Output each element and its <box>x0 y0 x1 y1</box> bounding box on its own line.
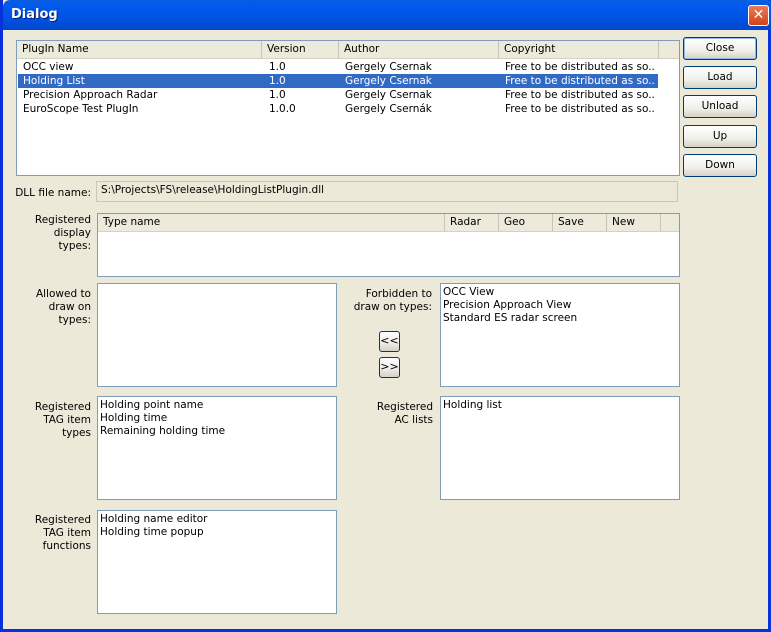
ac-lists-list[interactable]: Holding list <box>440 396 680 500</box>
list-item[interactable]: Remaining holding time <box>100 425 225 438</box>
forbidden-types-label: Forbidden to draw on types: <box>353 288 432 313</box>
tag-item-functions-list[interactable]: Holding name editor Holding time popup <box>97 510 337 614</box>
load-button[interactable]: Load <box>683 66 757 89</box>
cell-author: Gergely Csernak <box>345 75 432 87</box>
cell-plugin-name: OCC view <box>23 61 74 73</box>
list-item[interactable]: OCC View <box>443 286 494 299</box>
cell-author: Gergely Csernák <box>345 103 432 115</box>
list-item[interactable]: Holding point name <box>100 399 203 412</box>
table-row[interactable]: Holding List 1.0 Gergely Csernak Free to be… <box>18 74 658 88</box>
move-right-button[interactable]: >> <box>379 357 400 378</box>
col-header-new[interactable]: New <box>607 214 661 231</box>
cell-plugin-name: Precision Approach Radar <box>23 89 158 101</box>
dll-file-name-field: S:\Projects\FS\release\HoldingListPlugin… <box>96 181 678 202</box>
list-item[interactable]: Holding name editor <box>100 513 208 526</box>
cell-copyright: Free to be distributed as so... <box>505 103 655 115</box>
ac-lists-label: Registered AC lists <box>376 401 433 426</box>
allowed-types-label: Allowed to draw on types: <box>35 288 91 326</box>
list-item[interactable]: Standard ES radar screen <box>443 312 577 325</box>
dialog-window: Dialog ✕ PlugIn Name Version Author Copy… <box>0 0 771 632</box>
move-left-button[interactable]: << <box>379 331 400 352</box>
col-header-version[interactable]: Version <box>262 41 339 58</box>
list-item[interactable]: Holding time popup <box>100 526 204 539</box>
display-types-header: Type name Radar Geo Save New <box>98 214 679 232</box>
down-button[interactable]: Down <box>683 154 757 177</box>
close-button[interactable]: Close <box>683 37 757 60</box>
cell-copyright: Free to be distributed as so... <box>505 75 655 87</box>
display-types-list[interactable]: Type name Radar Geo Save New <box>97 213 680 277</box>
list-item[interactable]: Holding time <box>100 412 167 425</box>
tag-item-types-list[interactable]: Holding point name Holding time Remainin… <box>97 396 337 500</box>
cell-copyright: Free to be distributed as so... <box>505 61 655 73</box>
allowed-types-list[interactable] <box>97 283 337 387</box>
list-item[interactable]: Precision Approach View <box>443 299 571 312</box>
unload-button[interactable]: Unload <box>683 95 757 118</box>
cell-version: 1.0 <box>269 75 286 87</box>
col-header-geo[interactable]: Geo <box>499 214 553 231</box>
dll-file-name-label: DLL file name: <box>15 187 91 199</box>
table-row[interactable]: Precision Approach Radar 1.0 Gergely Csern… <box>18 88 658 102</box>
col-header-save[interactable]: Save <box>553 214 607 231</box>
list-item[interactable]: Holding list <box>443 399 502 412</box>
close-window-icon[interactable]: ✕ <box>748 5 769 26</box>
tag-item-functions-label: Registered TAG item functions <box>34 514 91 552</box>
col-header-copyright[interactable]: Copyright <box>499 41 659 58</box>
title-bar[interactable]: Dialog ✕ <box>3 0 771 30</box>
up-button[interactable]: Up <box>683 125 757 148</box>
cell-plugin-name: EuroScope Test PlugIn <box>23 103 139 115</box>
col-header-type-name[interactable]: Type name <box>98 214 445 231</box>
col-header-plugin-name[interactable]: PlugIn Name <box>17 41 262 58</box>
cell-version: 1.0 <box>269 89 286 101</box>
col-header-radar[interactable]: Radar <box>445 214 499 231</box>
table-row[interactable]: EuroScope Test PlugIn 1.0.0 Gergely Cserná… <box>18 102 658 116</box>
window-title: Dialog <box>11 7 58 22</box>
cell-copyright: Free to be distributed as so... <box>505 89 655 101</box>
tag-item-types-label: Registered TAG item types <box>34 401 91 439</box>
col-header-author[interactable]: Author <box>339 41 499 58</box>
cell-author: Gergely Csernak <box>345 89 432 101</box>
cell-version: 1.0 <box>269 61 286 73</box>
display-types-label: Registered display types: <box>34 214 91 252</box>
plugin-list[interactable]: PlugIn Name Version Author Copyright OCC… <box>16 40 680 176</box>
forbidden-types-list[interactable]: OCC View Precision Approach View Standar… <box>440 283 680 387</box>
cell-version: 1.0.0 <box>269 103 296 115</box>
plugin-list-header: PlugIn Name Version Author Copyright <box>17 41 679 59</box>
cell-plugin-name: Holding List <box>23 75 85 87</box>
table-row[interactable]: OCC view 1.0 Gergely Csernak Free to be dis… <box>18 60 658 74</box>
cell-author: Gergely Csernak <box>345 61 432 73</box>
